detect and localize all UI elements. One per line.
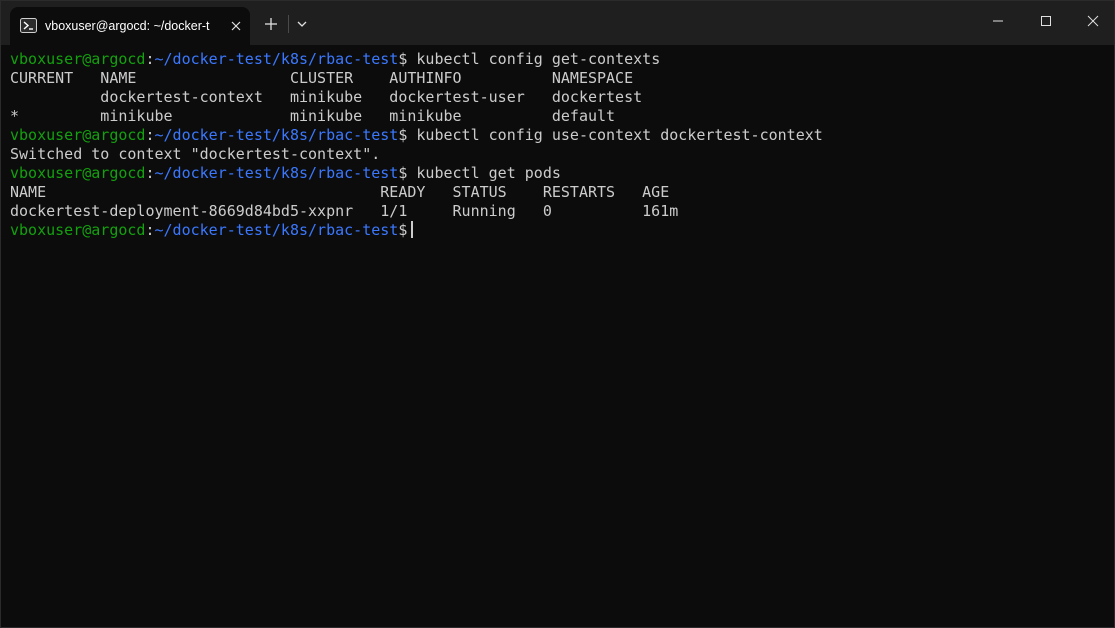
- prompt-dollar: $: [398, 221, 408, 239]
- command-text: kubectl config get-contexts: [407, 50, 661, 68]
- prompt-path: ~/docker-test/k8s/rbac-test: [154, 50, 399, 68]
- prompt-separator: :: [145, 50, 155, 68]
- tab-title: vboxuser@argocd: ~/docker-t: [45, 19, 210, 33]
- chevron-down-icon[interactable]: [294, 15, 310, 33]
- close-window-button[interactable]: [1070, 1, 1114, 41]
- output-line: CURRENT NAME CLUSTER AUTHINFO NAMESPACE: [10, 69, 634, 87]
- maximize-icon: [1041, 16, 1051, 26]
- prompt-path: ~/docker-test/k8s/rbac-test: [154, 164, 399, 182]
- title-bar: vboxuser@argocd: ~/docker-t: [1, 1, 1114, 45]
- prompt-line: vboxuser@argocd:~/docker-test/k8s/rbac-t…: [10, 50, 1106, 69]
- output-line: NAME READY STATUS RESTARTS AGE: [10, 183, 670, 201]
- command-text: kubectl config use-context dockertest-co…: [407, 126, 823, 144]
- minimize-button[interactable]: [975, 1, 1021, 41]
- prompt-line: vboxuser@argocd:~/docker-test/k8s/rbac-t…: [10, 126, 1106, 145]
- tab-separator: [288, 15, 289, 33]
- prompt-line: vboxuser@argocd:~/docker-test/k8s/rbac-t…: [10, 164, 1106, 183]
- output-line: dockertest-context minikube dockertest-u…: [10, 88, 643, 106]
- text-cursor: [411, 221, 414, 238]
- prompt-user: vboxuser@argocd: [10, 221, 146, 239]
- maximize-button[interactable]: [1023, 1, 1069, 41]
- tab-close-icon[interactable]: [228, 18, 244, 34]
- prompt-user: vboxuser@argocd: [10, 164, 146, 182]
- output-line: Switched to context "dockertest-context"…: [10, 145, 381, 163]
- new-tab-plus-icon[interactable]: [262, 15, 280, 33]
- tab-active[interactable]: vboxuser@argocd: ~/docker-t: [10, 7, 250, 45]
- prompt-user: vboxuser@argocd: [10, 126, 146, 144]
- terminal-output[interactable]: vboxuser@argocd:~/docker-test/k8s/rbac-t…: [10, 50, 1106, 620]
- close-icon: [1087, 15, 1099, 27]
- output-line: dockertest-deployment-8669d84bd5-xxpnr 1…: [10, 202, 679, 220]
- prompt-separator: :: [145, 221, 155, 239]
- prompt-path: ~/docker-test/k8s/rbac-test: [154, 126, 399, 144]
- prompt-separator: :: [145, 164, 155, 182]
- powershell-terminal-icon: [20, 17, 37, 34]
- prompt-user: vboxuser@argocd: [10, 50, 146, 68]
- prompt-separator: :: [145, 126, 155, 144]
- terminal-window: vboxuser@argocd: ~/docker-t vboxuser@arg…: [0, 0, 1115, 628]
- minimize-icon: [993, 20, 1003, 22]
- command-text: kubectl get pods: [407, 164, 561, 182]
- output-line: * minikube minikube minikube default: [10, 107, 616, 125]
- prompt-line: vboxuser@argocd:~/docker-test/k8s/rbac-t…: [10, 221, 1106, 240]
- prompt-path: ~/docker-test/k8s/rbac-test: [154, 221, 399, 239]
